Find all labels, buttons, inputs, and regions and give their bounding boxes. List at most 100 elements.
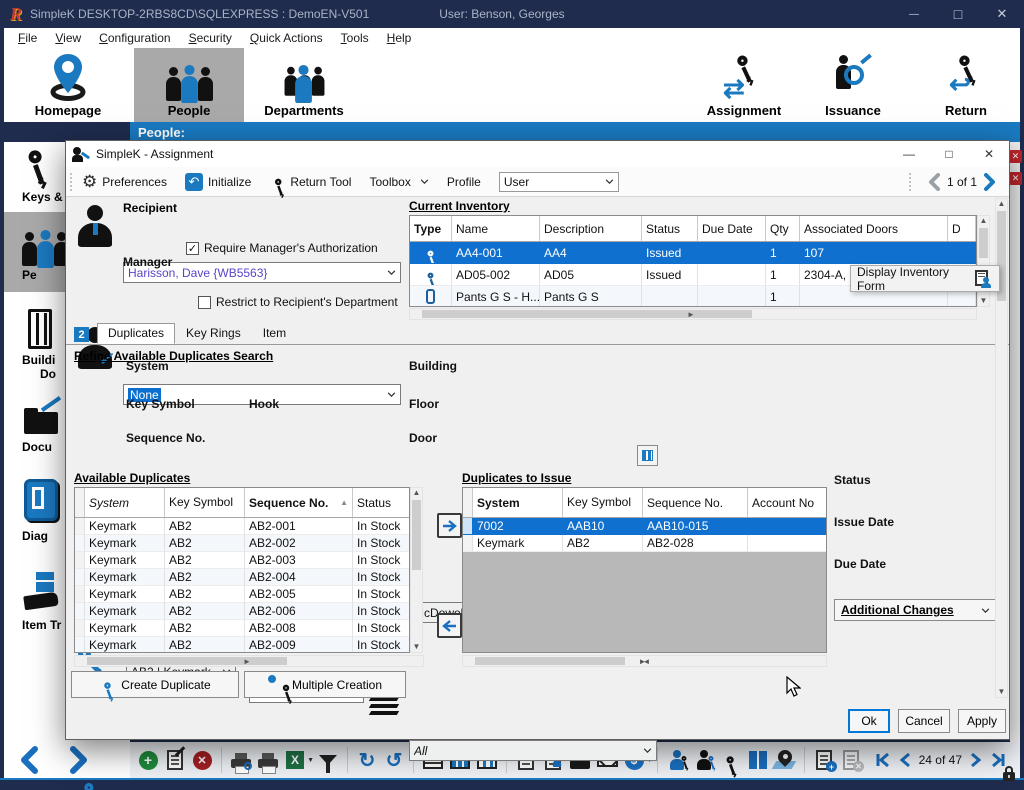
close-record-icon[interactable]: ✕ — [1009, 172, 1022, 185]
next-page-button[interactable] — [970, 752, 982, 768]
table-row[interactable]: KeymarkAB2AB2-006In Stock — [75, 603, 409, 620]
menu-view[interactable]: View — [47, 29, 89, 47]
menu-configuration[interactable]: Configuration — [91, 29, 178, 47]
add-to-issue-button[interactable] — [437, 513, 462, 538]
nav-homepage[interactable]: Homepage — [18, 48, 118, 122]
toolbox-menu[interactable]: Toolbox — [369, 175, 428, 189]
table-row[interactable]: 7002 AAB10 AAB10-015 — [463, 518, 826, 535]
door-plan-button[interactable] — [637, 445, 658, 466]
lock-icon — [1002, 766, 1016, 782]
apply-button[interactable]: Apply — [958, 709, 1006, 733]
menu-security[interactable]: Security — [181, 29, 240, 47]
table-row[interactable]: KeymarkAB2AB2-009In Stock — [75, 637, 409, 653]
delete-button[interactable]: ✕ — [190, 748, 214, 772]
door-label: Door — [409, 431, 437, 445]
initialize-button[interactable]: ↶ Initialize — [185, 173, 251, 191]
table-row[interactable]: KeymarkAB2AB2-001In Stock — [75, 518, 409, 535]
previous-record-button[interactable] — [18, 746, 40, 774]
dialog-toolbar: ⚙ Preferences ↶ Initialize Return Tool T… — [66, 167, 1009, 197]
edit-button[interactable] — [163, 748, 187, 772]
menu-help[interactable]: Help — [379, 29, 420, 47]
table-row[interactable]: AA4-001 AA4 Issued 1 107 — [410, 242, 976, 264]
table-row[interactable]: KeymarkAB2AB2-008In Stock — [75, 620, 409, 637]
nav-departments[interactable]: Departments — [254, 48, 354, 122]
minimize-button[interactable] — [892, 0, 936, 28]
available-vertical-scrollbar[interactable]: ▲ ▼ — [410, 487, 423, 653]
table-row[interactable]: Keymark AB2 AB2-028 — [463, 535, 826, 552]
available-duplicates-table: System Key Symbol Sequence No.▲ Status K… — [74, 487, 410, 653]
menu-quick-actions[interactable]: Quick Actions — [242, 29, 331, 47]
building-icon — [22, 307, 62, 351]
dialog-maximize-button[interactable]: □ — [929, 141, 969, 167]
map-location-button[interactable] — [773, 748, 797, 772]
person-key-button[interactable] — [692, 748, 716, 772]
preferences-button[interactable]: ⚙ Preferences — [82, 172, 167, 192]
filter-button[interactable] — [316, 748, 340, 772]
create-duplicate-button[interactable]: Create Duplicate — [71, 671, 239, 698]
toolbar-drag-handle[interactable] — [70, 173, 74, 191]
chevron-down-icon — [981, 608, 990, 613]
menu-tools[interactable]: Tools — [333, 29, 377, 47]
building-label: Building — [409, 359, 457, 373]
nav-assignment[interactable]: ⇄ Assignment — [696, 48, 792, 122]
inventory-header-row[interactable]: Type Name Description Status Due Date Qt… — [410, 216, 976, 242]
door-panel-button[interactable] — [746, 748, 770, 772]
restrict-department-checkbox[interactable]: Restrict to Recipient's Department — [198, 295, 398, 309]
available-duplicates-title: Available Duplicates — [74, 471, 190, 485]
floor-select[interactable]: All — [409, 740, 657, 761]
add-button[interactable]: + — [136, 748, 160, 772]
nav-return[interactable]: ↩ Return — [918, 48, 1014, 122]
print-preview-button[interactable] — [229, 748, 253, 772]
multiple-creation-button[interactable]: Multiple Creation — [244, 671, 406, 698]
mouse-cursor — [786, 676, 801, 698]
maximize-button[interactable] — [936, 0, 980, 28]
export-excel-button[interactable]: X▼ — [283, 748, 307, 772]
chevron-right-icon[interactable] — [983, 173, 997, 191]
table-row[interactable]: KeymarkAB2AB2-005In Stock — [75, 586, 409, 603]
next-record-button[interactable] — [68, 746, 90, 774]
filter-icon — [319, 755, 337, 765]
require-auth-checkbox[interactable]: ✓ Require Manager's Authorization — [186, 241, 378, 255]
issue-header-row[interactable]: System Key Symbol Sequence No. Account N… — [463, 488, 826, 518]
tab-item[interactable]: Item — [252, 323, 297, 344]
ok-button[interactable]: Ok — [848, 709, 890, 733]
nav-people[interactable]: People — [134, 48, 244, 122]
first-record-button[interactable] — [875, 752, 891, 768]
inventory-vertical-scrollbar[interactable]: ▲ ▼ — [977, 215, 990, 307]
profile-select[interactable]: User — [499, 172, 619, 192]
menu-file[interactable]: File — [10, 29, 45, 47]
assign-person-button[interactable] — [665, 748, 689, 772]
remove-from-issue-button[interactable] — [437, 613, 462, 638]
print-button[interactable] — [256, 748, 280, 772]
issue-horizontal-scrollbar[interactable]: ◄ ► — [462, 655, 827, 667]
refresh-button[interactable]: ↻ — [355, 748, 379, 772]
inventory-horizontal-scrollbar[interactable]: ◄ ► — [409, 308, 977, 320]
tab-key-rings[interactable]: Key Rings — [175, 323, 252, 344]
available-horizontal-scrollbar[interactable]: ◄ ► — [74, 655, 424, 667]
table-row[interactable]: KeymarkAB2AB2-002In Stock — [75, 535, 409, 552]
close-button[interactable] — [980, 0, 1024, 28]
x-icon: ✕ — [193, 751, 212, 770]
dialog-close-button[interactable]: ✕ — [969, 141, 1009, 167]
nav-issuance[interactable]: Issuance — [808, 48, 898, 122]
checkbox-unchecked-icon — [198, 296, 211, 309]
people-icon — [22, 222, 69, 266]
key-tools-button[interactable] — [719, 748, 743, 772]
available-header-row[interactable]: System Key Symbol Sequence No.▲ Status — [75, 488, 409, 518]
tab-duplicates[interactable]: Duplicates — [97, 323, 175, 344]
card-remove-button[interactable]: ✕ — [839, 748, 863, 772]
cancel-button[interactable]: Cancel — [898, 709, 950, 733]
return-tool-button[interactable]: Return Tool — [269, 172, 351, 192]
additional-changes-button[interactable]: Additional Changes — [834, 599, 997, 621]
pager-drag-handle[interactable] — [909, 173, 913, 191]
table-row[interactable]: KeymarkAB2AB2-003In Stock — [75, 552, 409, 569]
reload-data-button[interactable]: ↺ — [382, 748, 406, 772]
initialize-icon: ↶ — [185, 173, 203, 191]
table-row[interactable]: KeymarkAB2AB2-004In Stock — [75, 569, 409, 586]
page-header: People: — [130, 122, 1020, 142]
card-add-button[interactable]: + — [812, 748, 836, 772]
dialog-minimize-button[interactable]: — — [889, 141, 929, 167]
chevron-left-icon[interactable] — [927, 173, 941, 191]
close-record-icon[interactable]: ✕ — [1009, 150, 1022, 163]
previous-page-button[interactable] — [899, 752, 911, 768]
